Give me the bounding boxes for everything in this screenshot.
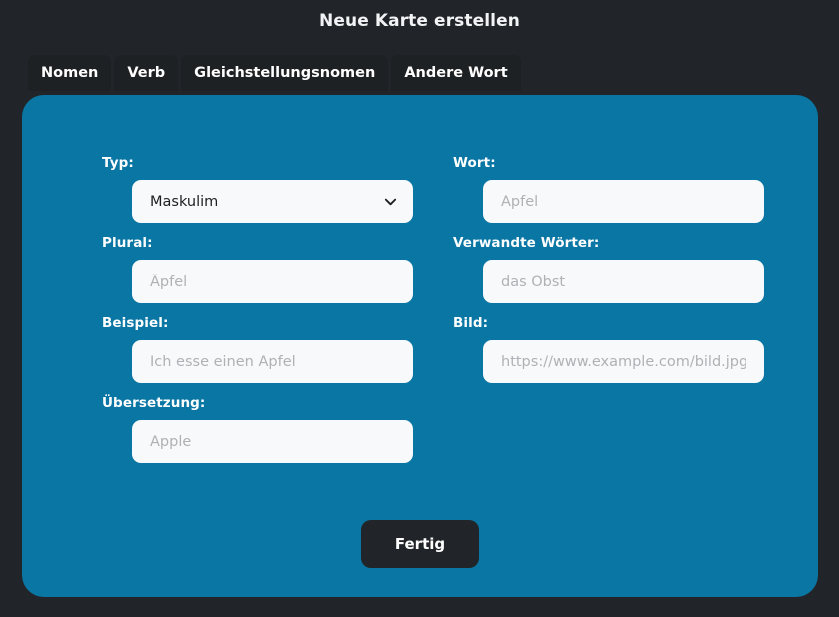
fertig-button[interactable]: Fertig xyxy=(360,520,480,568)
field-wort: Wort: xyxy=(420,155,764,223)
typ-select[interactable]: Maskulim xyxy=(132,180,413,223)
wort-label: Wort: xyxy=(453,155,496,171)
beispiel-input[interactable] xyxy=(132,340,413,383)
tab-nomen[interactable]: Nomen xyxy=(28,55,112,91)
tab-gleichstellungsnomen[interactable]: Gleichstellungsnomen xyxy=(181,55,389,91)
uebersetzung-label: Übersetzung: xyxy=(102,395,206,411)
uebersetzung-input[interactable] xyxy=(132,420,413,463)
form-grid: Typ: Maskulim Wort: Plural: Verwand xyxy=(80,155,764,475)
field-verwandte-woerter: Verwandte Wörter: xyxy=(420,235,764,303)
field-beispiel: Beispiel: xyxy=(80,315,420,383)
bild-label: Bild: xyxy=(453,315,489,331)
plural-label: Plural: xyxy=(102,235,153,251)
tab-strip: Nomen Verb Gleichstellungsnomen Andere W… xyxy=(28,55,521,91)
plural-input[interactable] xyxy=(132,260,413,303)
verwandte-woerter-label: Verwandte Wörter: xyxy=(453,235,600,251)
tab-verb[interactable]: Verb xyxy=(114,55,179,91)
tab-andere-wort[interactable]: Andere Wort xyxy=(391,55,521,91)
new-card-form-panel: Typ: Maskulim Wort: Plural: Verwand xyxy=(22,95,818,597)
verwandte-woerter-input[interactable] xyxy=(483,260,764,303)
wort-input[interactable] xyxy=(483,180,764,223)
field-uebersetzung: Übersetzung: xyxy=(80,395,420,463)
field-typ: Typ: Maskulim xyxy=(80,155,420,223)
beispiel-label: Beispiel: xyxy=(102,315,169,331)
typ-select-wrapper: Maskulim xyxy=(132,180,413,223)
page-title: Neue Karte erstellen xyxy=(319,11,520,31)
submit-row: Fertig xyxy=(22,520,818,568)
field-plural: Plural: xyxy=(80,235,420,303)
typ-label: Typ: xyxy=(102,155,134,171)
bild-input[interactable] xyxy=(483,340,764,383)
field-bild: Bild: xyxy=(420,315,764,383)
